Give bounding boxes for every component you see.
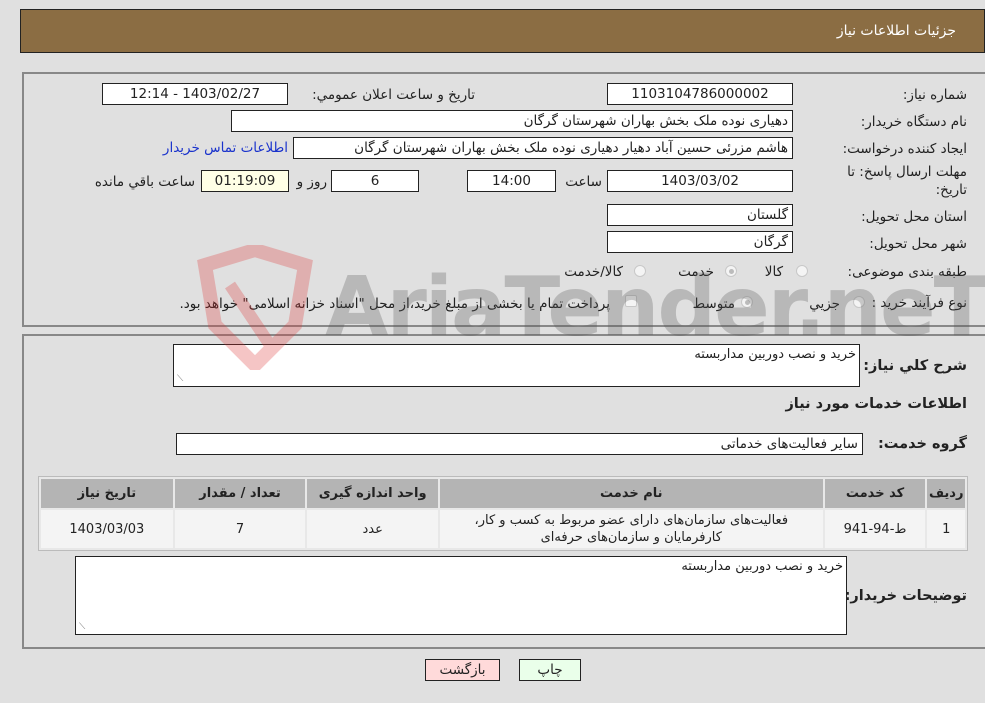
summary-textarea[interactable]: خريد و نصب دوربين مداربسته ⟋ (173, 344, 860, 387)
back-button[interactable]: بازگشت (425, 659, 500, 681)
buyer-notes-label: توضيحات خريدار: (844, 588, 967, 604)
resize-grip-icon[interactable]: ⟋ (177, 374, 183, 384)
col-header-code: کد خدمت (824, 479, 926, 508)
category-goods-label: کالا (764, 264, 783, 280)
category-service-label: خدمت (678, 264, 714, 280)
process-minor-radio[interactable] (853, 296, 865, 308)
buyer-notes-text: خريد و نصب دوربين مداربسته (681, 559, 843, 574)
cell-index: 1 (927, 510, 965, 548)
col-header-date: تاريخ نياز (41, 479, 173, 508)
time-remaining-label: ساعت باقي مانده (94, 174, 195, 190)
province-label: استان محل تحويل: (861, 209, 967, 225)
process-medium-label: متوسط (692, 296, 735, 312)
need-number-field: 1103104786000002 (607, 83, 793, 105)
page-title: جزئیات اطلاعات نیاز (836, 23, 956, 39)
buyer-notes-textarea[interactable]: خريد و نصب دوربين مداربسته ⟋ (75, 556, 847, 635)
process-minor-label: جزيي (809, 296, 840, 312)
summary-text: خريد و نصب دوربين مداربسته (694, 347, 856, 362)
requester-field: هاشم مزرئی حسین آباد دهیار دهیاری نوده م… (293, 137, 793, 159)
need-number-label: شماره نیاز: (902, 87, 967, 103)
col-header-index: رديف (927, 479, 965, 508)
treasury-checkbox[interactable] (625, 295, 637, 307)
service-group-label: گروه خدمت: (877, 436, 967, 452)
table-row: 1 ط-94-941 فعاليت‌هاى سازمان‌هاى داراى ع… (41, 510, 965, 548)
services-table-wrap: رديف کد خدمت نام خدمت واحد اندازه گيری ت… (38, 476, 968, 551)
page-header: جزئیات اطلاعات نیاز (20, 9, 985, 53)
city-field: گرگان (607, 231, 793, 253)
service-group-field: ساير فعاليت‌هاى خدماتى (176, 433, 863, 455)
process-medium-radio[interactable] (741, 296, 753, 308)
cell-unit: عدد (307, 510, 438, 548)
col-header-unit: واحد اندازه گيری (307, 479, 438, 508)
city-label: شهر محل تحويل: (869, 236, 967, 252)
category-goods-service-label: کالا/خدمت (564, 264, 623, 280)
cell-date: 1403/03/03 (41, 510, 173, 548)
deadline-label-date: تاريخ: (935, 182, 967, 198)
deadline-time-label: ساعت (565, 174, 602, 190)
table-header-row: رديف کد خدمت نام خدمت واحد اندازه گيری ت… (41, 479, 965, 508)
process-label: نوع فرآیند خرید : (871, 295, 967, 311)
deadline-time-field: 14:00 (467, 170, 556, 192)
resize-grip-icon[interactable]: ⟋ (79, 622, 85, 632)
category-service-radio[interactable] (725, 265, 737, 277)
time-remaining-field: 01:19:09 (201, 170, 289, 192)
days-remaining-field: 6 (331, 170, 419, 192)
buyer-org-label: نام دستگاه خريدار: (860, 114, 967, 130)
treasury-label: پرداخت تمام يا بخشی از مبلغ خريد،از محل … (179, 296, 610, 312)
requester-label: ايجاد کننده درخواست: (842, 141, 967, 157)
cell-code: ط-94-941 (824, 510, 926, 548)
buyer-org-field: دهیاری نوده ملک بخش بهاران شهرستان گرگان (231, 110, 793, 132)
print-button[interactable]: چاپ (519, 659, 581, 681)
category-label: طبقه بندی موضوعی: (847, 264, 967, 280)
announce-datetime-label: تاریخ و ساعت اعلان عمومي: (312, 87, 475, 103)
deadline-label: مهلت ارسال پاسخ: تا (847, 164, 967, 180)
announce-datetime-field: 1403/02/27 - 12:14 (102, 83, 288, 105)
deadline-date-field: 1403/03/02 (607, 170, 793, 192)
summary-label: شرح کلي نياز: (863, 358, 967, 374)
category-goods-service-radio[interactable] (634, 265, 646, 277)
days-label: روز و (296, 174, 327, 190)
services-table: رديف کد خدمت نام خدمت واحد اندازه گيری ت… (38, 476, 968, 551)
cell-name-line2: کارفرمايان و سازمان‌هاى حرفه‌اى (540, 530, 722, 545)
province-field: گلستان (607, 204, 793, 226)
cell-name-line1: فعاليت‌هاى سازمان‌هاى داراى عضو مربوط به… (474, 513, 789, 528)
category-goods-radio[interactable] (796, 265, 808, 277)
buyer-contact-link[interactable]: اطلاعات تماس خريدار (163, 140, 288, 156)
col-header-name: نام خدمت (439, 479, 823, 508)
cell-name: فعاليت‌هاى سازمان‌هاى داراى عضو مربوط به… (439, 510, 823, 548)
services-heading: اطلاعات خدمات مورد نياز (785, 396, 967, 412)
cell-quantity: 7 (174, 510, 306, 548)
col-header-quantity: تعداد / مقدار (174, 479, 306, 508)
